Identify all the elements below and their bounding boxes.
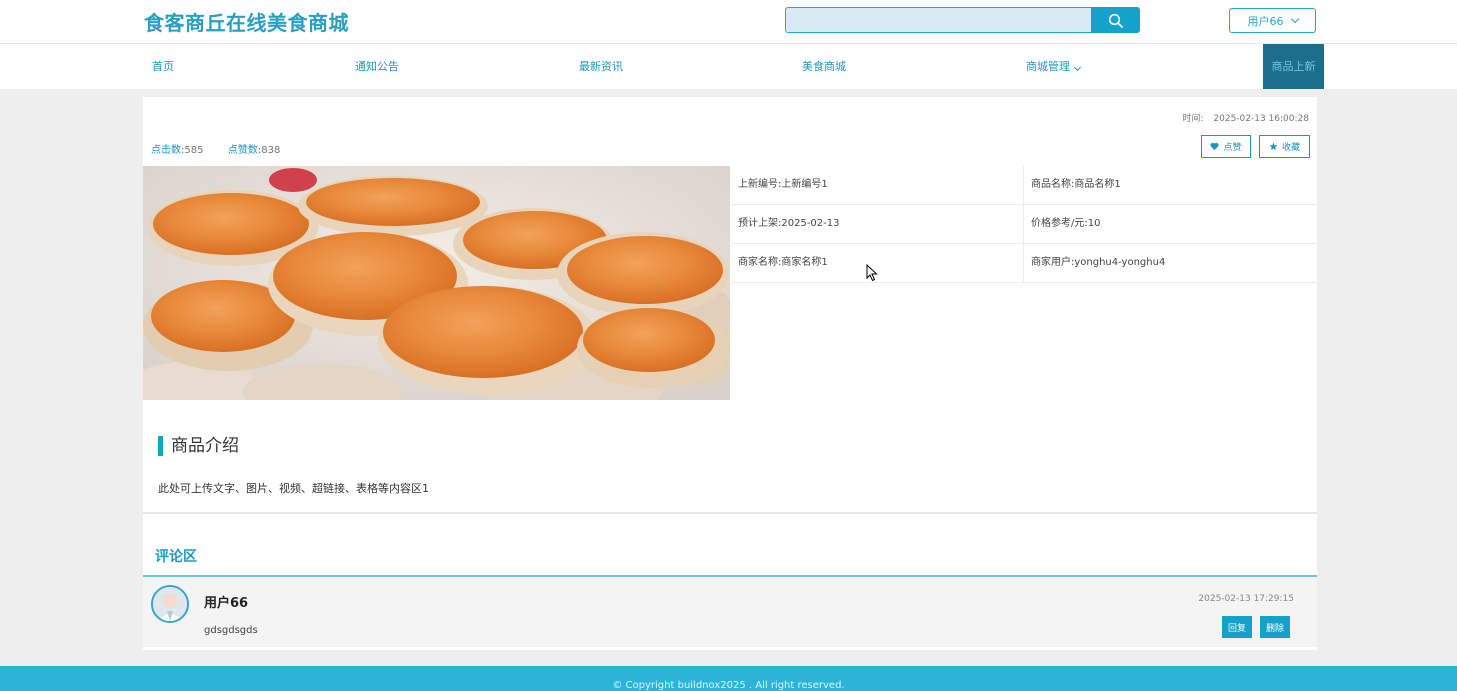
search-button[interactable] [1091, 7, 1140, 33]
chevron-down-icon [1290, 14, 1299, 24]
stats: 点击数:585 点赞数:838 [151, 141, 280, 156]
search-input[interactable] [785, 7, 1092, 33]
product-image [143, 166, 730, 400]
footer: © Copyright buildnox2025 . All right res… [0, 666, 1457, 691]
publish-time: 时间: 2025-02-13 16:00:28 [1182, 111, 1309, 124]
nav-item-mall-admin[interactable]: 商城管理 [1026, 44, 1082, 89]
nav-item-label: 首页 [152, 60, 174, 73]
info-new-id: 上新编号:上新编号1 [731, 166, 1024, 204]
nav-item-label: 通知公告 [355, 60, 399, 73]
comment-time: 2025-02-13 17:29:15 [1198, 594, 1294, 604]
info-launch-date: 预计上架:2025-02-13 [731, 205, 1024, 243]
nav-item-new-products[interactable]: 商品上新 [1263, 44, 1324, 89]
click-count-label: 点击数: [151, 145, 185, 156]
nav-item-label: 最新资讯 [579, 60, 623, 73]
intro-title: 商品介绍 [158, 436, 239, 456]
intro-text: 此处可上传文字、图片、视频、超链接、表格等内容区1 [158, 482, 429, 495]
product-detail-card: 时间: 2025-02-13 16:00:28 点击数:585 点赞数:838 点… [143, 97, 1317, 650]
like-button-label: 点赞 [1223, 143, 1242, 153]
info-row: 预计上架:2025-02-13 价格参考/元:10 [731, 205, 1317, 244]
nav-item-notice[interactable]: 通知公告 [355, 44, 399, 89]
star-icon [1269, 142, 1278, 151]
nav-item-home[interactable]: 首页 [152, 44, 174, 89]
nav-item-label: 商城管理 [1026, 60, 1070, 73]
info-merchant-user: 商家用户:yonghu4-yonghu4 [1031, 257, 1166, 268]
comment-user: 用户66 [204, 596, 249, 611]
nav-item-news[interactable]: 最新资讯 [579, 44, 623, 89]
like-button[interactable]: 点赞 [1201, 135, 1251, 158]
avatar [151, 585, 189, 623]
like-count-value: 838 [261, 145, 281, 156]
info-row: 商家名称:商家名称1 商家用户:yonghu4-yonghu4 [731, 244, 1317, 283]
publish-time-value: 2025-02-13 16:00:28 [1213, 114, 1309, 124]
nav-item-label: 美食商城 [802, 60, 846, 73]
delete-button[interactable]: 删除 [1260, 616, 1291, 638]
comment-item: 用户66 gdsgdsgds 2025-02-13 17:29:15 回复 删除 [143, 577, 1317, 647]
like-count-label: 点赞数: [227, 145, 262, 156]
main-nav: 首页 通知公告 最新资讯 美食商城 商城管理 商品上新 [0, 44, 1457, 89]
mouse-cursor-icon [866, 264, 878, 282]
user-menu-button[interactable]: 用户66 [1229, 8, 1316, 33]
search-bar [785, 7, 1140, 33]
comment-section-title: 评论区 [155, 549, 197, 565]
site-logo[interactable]: 食客商丘在线美食商城 [144, 7, 349, 36]
nav-item-food-mall[interactable]: 美食商城 [802, 44, 846, 89]
header: 食客商丘在线美食商城 用户66 [0, 0, 1457, 44]
product-info-table: 上新编号:上新编号1 商品名称:商品名称1 预计上架:2025-02-13 价格… [731, 166, 1317, 283]
product-photo [143, 166, 730, 400]
user-menu-label: 用户66 [1247, 14, 1284, 28]
publish-time-label: 时间: [1182, 114, 1204, 124]
reply-button[interactable]: 回复 [1222, 616, 1253, 638]
chevron-down-icon [1073, 63, 1082, 72]
divider [143, 512, 1317, 514]
info-price: 价格参考/元:10 [1031, 218, 1101, 229]
info-row: 上新编号:上新编号1 商品名称:商品名称1 [731, 166, 1317, 205]
copyright-text: © Copyright buildnox2025 . All right res… [612, 680, 845, 691]
favorite-button[interactable]: 收藏 [1259, 135, 1310, 158]
favorite-button-label: 收藏 [1281, 143, 1300, 153]
comment-text: gdsgdsgds [204, 625, 258, 636]
heart-icon [1210, 142, 1220, 151]
search-icon [1108, 13, 1123, 28]
click-count-value: 585 [184, 145, 204, 156]
info-product-name: 商品名称:商品名称1 [1031, 179, 1121, 190]
